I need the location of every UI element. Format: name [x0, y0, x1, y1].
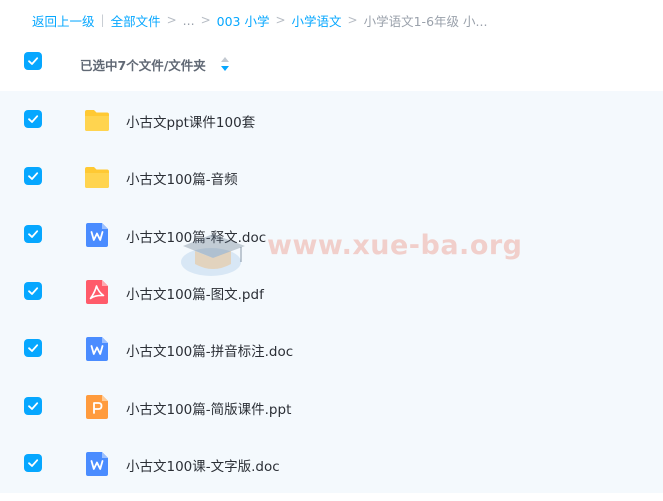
file-name[interactable]: 小古文100课-文字版.doc: [126, 455, 280, 475]
file-name[interactable]: 小古文ppt课件100套: [126, 111, 255, 131]
back-link[interactable]: 返回上一级: [32, 11, 95, 30]
checkmark-icon: [28, 229, 39, 238]
file-checkbox[interactable]: [24, 167, 42, 186]
sort-icon[interactable]: [220, 56, 230, 72]
breadcrumb: 返回上一级 | 全部文件 > ... > 003 小学 > 小学语文 > 小学语…: [32, 11, 487, 29]
file-row[interactable]: 小古文100篇-简版课件.ppt: [0, 378, 663, 435]
file-row[interactable]: 小古文100篇-释文.doc: [0, 206, 663, 263]
word-doc-icon: [84, 337, 110, 362]
breadcrumb-chevron-icon: >: [347, 13, 358, 27]
word-doc-icon: [84, 222, 110, 247]
selection-header: 已选中7个文件/文件夹: [0, 46, 663, 82]
checkmark-icon: [28, 172, 39, 181]
folder-icon: [84, 108, 110, 132]
folder-icon: [84, 165, 110, 189]
file-name[interactable]: 小古文100篇-释文.doc: [126, 226, 266, 246]
breadcrumb-chevron-icon: >: [200, 13, 211, 27]
file-name[interactable]: 小古文100篇-拼音标注.doc: [126, 340, 293, 360]
file-list: 小古文ppt课件100套 小古文100篇-音频小古文100篇-释文.doc 小古文1…: [0, 91, 663, 493]
checkmark-icon: [28, 401, 39, 410]
breadcrumb-folder-link[interactable]: 003 小学: [217, 11, 270, 30]
checkmark-icon: [28, 459, 39, 467]
ppt-icon: [84, 394, 110, 419]
file-row[interactable]: 小古文100篇-音频: [0, 148, 663, 205]
breadcrumb-divider: |: [100, 13, 105, 27]
checkmark-icon: [28, 344, 39, 353]
file-row[interactable]: 小古文100篇-拼音标注.doc: [0, 320, 663, 377]
word-doc-icon: [84, 451, 110, 476]
breadcrumb-current: 小学语文1-6年级 小...: [363, 13, 488, 29]
file-row[interactable]: 小古文100篇-图文.pdf: [0, 263, 663, 320]
file-name[interactable]: 小古文100篇-图文.pdf: [126, 283, 264, 303]
breadcrumb-chevron-icon: >: [275, 13, 286, 27]
file-checkbox[interactable]: [24, 110, 42, 128]
file-row[interactable]: 小古文100课-文字版.doc: [0, 435, 663, 492]
file-checkbox[interactable]: [24, 339, 42, 358]
file-checkbox[interactable]: [24, 224, 42, 243]
breadcrumb-folder-link[interactable]: 小学语文: [292, 11, 342, 30]
file-name[interactable]: 小古文100篇-音频: [126, 168, 238, 188]
file-checkbox[interactable]: [24, 453, 42, 472]
file-name[interactable]: 小古文100篇-简版课件.ppt: [126, 398, 291, 418]
checkmark-icon: [28, 287, 39, 295]
checkmark-icon: [28, 115, 39, 123]
all-files-link[interactable]: 全部文件: [111, 11, 161, 30]
file-row[interactable]: 小古文ppt课件100套: [0, 91, 663, 148]
breadcrumb-ellipsis[interactable]: ...: [183, 13, 195, 28]
file-checkbox[interactable]: [24, 396, 42, 415]
file-checkbox[interactable]: [24, 281, 42, 300]
checkmark-icon: [28, 57, 39, 65]
pdf-icon: [84, 279, 110, 304]
selection-count: 已选中7个文件/文件夹: [80, 58, 206, 73]
breadcrumb-chevron-icon: >: [166, 13, 177, 27]
select-all-checkbox[interactable]: [24, 52, 42, 70]
